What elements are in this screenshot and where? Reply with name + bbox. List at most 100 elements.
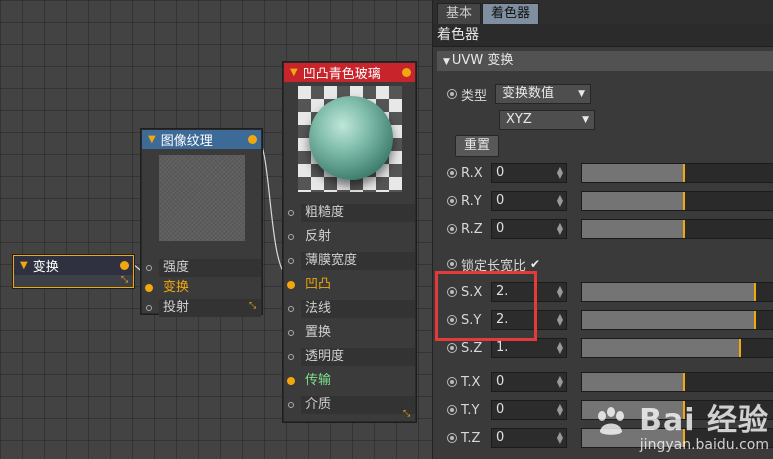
attribute-panel: 基本 着色器 着色器 ▼ UVW 变换 类型 变换数值 ▼ XYZ ▼ 重置 R.X 0… — [432, 0, 773, 459]
node-title: 图像纹理 — [160, 134, 213, 149]
param-value-field[interactable]: 0 ▲ ▼ — [491, 372, 567, 392]
slider-handle[interactable] — [683, 220, 685, 238]
port-dot — [288, 402, 294, 408]
port-label: 置换 — [305, 325, 332, 340]
port-strength[interactable]: 强度 — [142, 258, 261, 278]
output-port[interactable] — [402, 68, 411, 77]
port-medium[interactable]: 介质 — [284, 393, 415, 417]
param-slider[interactable] — [581, 163, 773, 183]
spinner-arrows-icon[interactable]: ▲ ▼ — [557, 313, 563, 327]
order-dropdown[interactable]: XYZ ▼ — [499, 110, 595, 130]
animate-radio-icon[interactable] — [447, 405, 457, 415]
transform-node-header[interactable]: ▼ 变换 — [14, 256, 133, 275]
port-bump[interactable]: 凹凸 — [284, 273, 415, 297]
slider-fill — [582, 283, 754, 301]
image-texture-node[interactable]: ▼ 图像纹理 强度 变换 投射 ⤡ — [141, 129, 262, 317]
param-value: 1. — [496, 340, 509, 355]
port-label: 传输 — [305, 373, 332, 388]
transform-node[interactable]: ▼ 变换 ⤡ — [13, 255, 134, 288]
tab-shader[interactable]: 着色器 — [482, 3, 540, 24]
spinner-arrows-icon[interactable]: ▲ ▼ — [557, 166, 563, 180]
param-slider[interactable] — [581, 191, 773, 211]
animate-radio-icon[interactable] — [447, 433, 457, 443]
param-value-field[interactable]: 0 ▲ ▼ — [491, 428, 567, 448]
watermark-url: jingyan.baidu.com — [639, 437, 769, 453]
spinner-arrows-icon[interactable]: ▲ ▼ — [557, 341, 563, 355]
param-label: R.Z — [461, 221, 483, 237]
dropdown-value: 变换数值 — [502, 86, 555, 101]
checkmark-icon[interactable]: ✔ — [530, 257, 543, 271]
animate-radio-icon[interactable] — [447, 224, 457, 234]
reset-button[interactable]: 重置 — [455, 135, 500, 157]
collapse-triangle-icon[interactable]: ▼ — [290, 67, 298, 78]
param-slider[interactable] — [581, 372, 773, 392]
param-slider[interactable] — [581, 338, 773, 358]
image-texture-header[interactable]: ▼ 图像纹理 — [142, 130, 261, 149]
slider-fill — [582, 339, 739, 357]
param-slider[interactable] — [581, 310, 773, 330]
paw-icon — [594, 406, 628, 437]
port-reflection[interactable]: 反射 — [284, 225, 415, 249]
port-dot — [146, 305, 152, 311]
slider-handle[interactable] — [683, 373, 685, 391]
param-value: 0 — [496, 165, 505, 180]
param-value-field[interactable]: 0 ▲ ▼ — [491, 191, 567, 211]
port-roughness[interactable]: 粗糙度 — [284, 201, 415, 225]
param-slider[interactable] — [581, 282, 773, 302]
animate-radio-icon[interactable] — [447, 89, 457, 99]
resize-corner-icon[interactable]: ⤡ — [403, 410, 412, 419]
animate-radio-icon[interactable] — [447, 259, 457, 269]
port-dot — [288, 210, 294, 216]
collapse-triangle-icon[interactable]: ▼ — [20, 260, 28, 271]
type-dropdown[interactable]: 变换数值 ▼ — [495, 84, 591, 104]
collapse-triangle-icon[interactable]: ▼ — [148, 134, 156, 145]
node-title: 变换 — [32, 260, 59, 275]
type-label: 类型 — [461, 88, 488, 104]
material-node-header[interactable]: ▼ 凹凸青色玻璃 — [284, 63, 415, 82]
resize-corner-icon[interactable]: ⤡ — [249, 302, 258, 311]
resize-corner-icon[interactable]: ⤡ — [121, 276, 130, 285]
port-film-width[interactable]: 薄膜宽度 — [284, 249, 415, 273]
node-editor-canvas[interactable]: ▼ 变换 ⤡ ▼ 图像纹理 强度 变换 投射 ⤡ ▼ 凹凸青色玻璃 粗糙度 反射… — [0, 0, 432, 459]
param-value-field[interactable]: 0 ▲ ▼ — [491, 219, 567, 239]
uvw-transform-group[interactable]: ▼ UVW 变换 — [437, 51, 773, 71]
port-transmission[interactable]: 传输 — [284, 369, 415, 393]
slider-handle[interactable] — [754, 283, 756, 301]
port-dot — [146, 265, 152, 271]
param-value: 0 — [496, 402, 505, 417]
param-slider[interactable] — [581, 219, 773, 239]
slider-handle[interactable] — [683, 164, 685, 182]
tab-basic[interactable]: 基本 — [437, 3, 482, 24]
dropdown-value: XYZ — [506, 112, 532, 127]
slider-handle[interactable] — [683, 192, 685, 210]
port-label: 粗糙度 — [301, 204, 415, 222]
slider-handle[interactable] — [754, 311, 756, 329]
spinner-arrows-icon[interactable]: ▲ ▼ — [557, 285, 563, 299]
param-value: 0 — [496, 374, 505, 389]
port-label: 反射 — [305, 229, 332, 244]
slider-handle[interactable] — [739, 339, 741, 357]
port-projection[interactable]: 投射 — [142, 298, 261, 318]
port-normal[interactable]: 法线 — [284, 297, 415, 321]
animate-radio-icon[interactable] — [447, 377, 457, 387]
spinner-arrows-icon[interactable]: ▲ ▼ — [557, 403, 563, 417]
animate-radio-icon[interactable] — [447, 168, 457, 178]
spinner-arrows-icon[interactable]: ▲ ▼ — [557, 222, 563, 236]
port-label: 变换 — [163, 280, 190, 295]
port-opacity[interactable]: 透明度 — [284, 345, 415, 369]
param-value-field[interactable]: 0 ▲ ▼ — [491, 163, 567, 183]
param-value-field[interactable]: 0 ▲ ▼ — [491, 400, 567, 420]
port-displacement[interactable]: 置换 — [284, 321, 415, 345]
output-port[interactable] — [120, 261, 129, 270]
port-transform[interactable]: 变换 — [142, 278, 261, 298]
animate-radio-icon[interactable] — [447, 343, 457, 353]
output-port[interactable] — [248, 135, 257, 144]
animate-radio-icon[interactable] — [447, 196, 457, 206]
highlight-box — [435, 271, 537, 341]
watermark-logo-text: Bai 经验 — [639, 403, 769, 438]
spinner-arrows-icon[interactable]: ▲ ▼ — [557, 375, 563, 389]
spinner-arrows-icon[interactable]: ▲ ▼ — [557, 194, 563, 208]
material-node[interactable]: ▼ 凹凸青色玻璃 粗糙度 反射 薄膜宽度 凹凸 法线 置换 透明度 传输 介质 … — [283, 62, 416, 422]
param-value-field[interactable]: 1. ▲ ▼ — [491, 338, 567, 358]
spinner-arrows-icon[interactable]: ▲ ▼ — [557, 431, 563, 445]
